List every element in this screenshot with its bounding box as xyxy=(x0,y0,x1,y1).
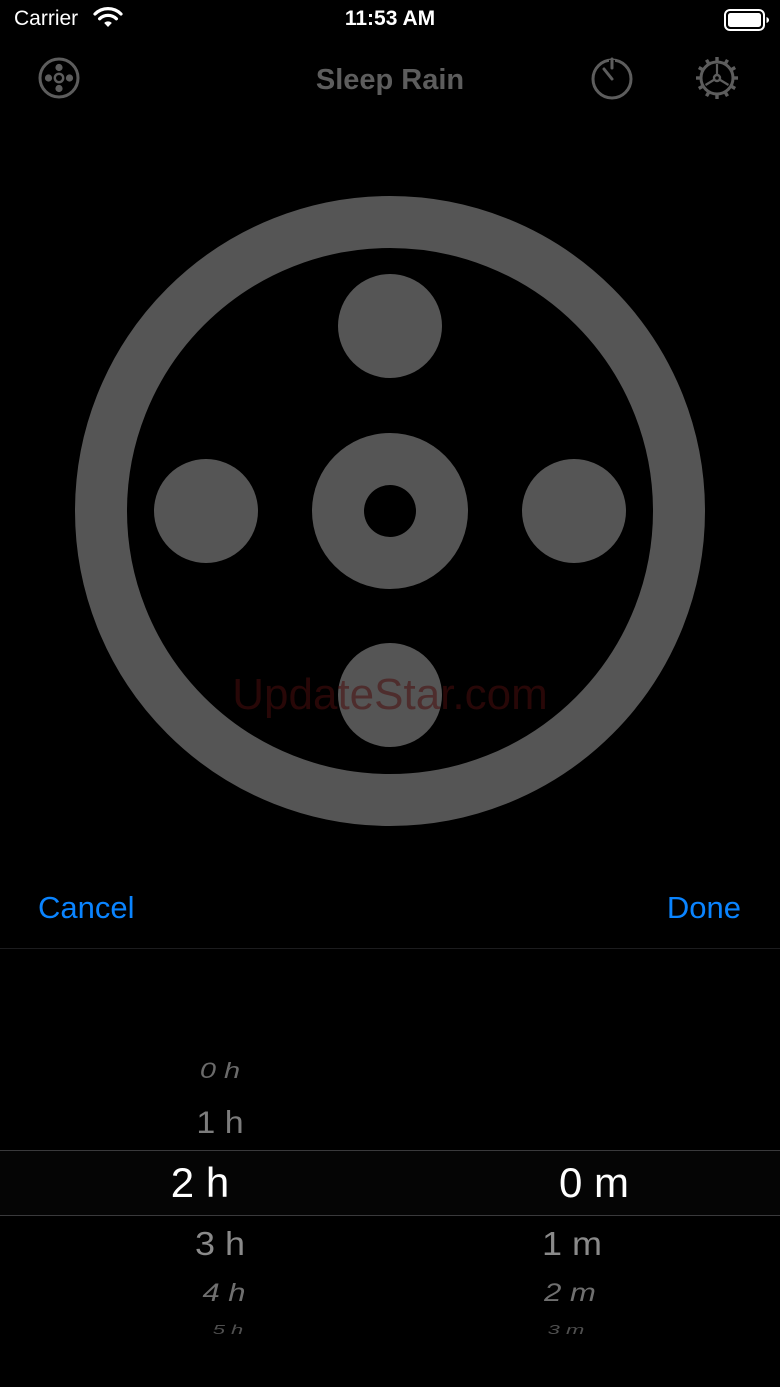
gear-tooth xyxy=(697,84,704,90)
hours-option[interactable]: 4 h xyxy=(124,1279,324,1308)
minutes-option[interactable]: 3 m xyxy=(466,1322,666,1338)
hours-option[interactable]: 5 h xyxy=(128,1322,328,1338)
battery-icon xyxy=(724,8,770,37)
settings-button[interactable] xyxy=(693,56,741,104)
gear-tooth xyxy=(697,65,704,71)
minutes-selected[interactable]: 0 m xyxy=(494,1159,694,1207)
gear-tooth xyxy=(705,90,711,97)
status-time: 11:53 AM xyxy=(344,7,436,30)
timer-icon xyxy=(589,55,635,106)
gear-tooth xyxy=(730,65,737,71)
done-button[interactable]: Done xyxy=(667,890,741,926)
gear-tooth xyxy=(723,90,729,97)
watermark: UpdateStar.com xyxy=(232,670,548,719)
hours-option[interactable]: 3 h xyxy=(120,1225,320,1264)
gear-tooth xyxy=(723,58,729,65)
gear-tooth xyxy=(730,84,737,90)
minutes-option[interactable]: 1 m xyxy=(472,1225,672,1264)
timer-button[interactable] xyxy=(588,56,636,104)
page-title: Sleep Rain xyxy=(315,64,465,96)
minutes-option[interactable]: 2 m xyxy=(470,1279,670,1308)
reel-hero-icon xyxy=(74,195,706,827)
hours-option[interactable]: 0 h xyxy=(120,1059,320,1085)
navigation-bar: Sleep Rain xyxy=(0,48,780,112)
picker-toolbar: Cancel Done xyxy=(0,872,780,949)
hours-selected[interactable]: 2 h xyxy=(100,1159,300,1207)
hours-option[interactable]: 1 h xyxy=(120,1106,320,1142)
status-bar: Carrier 11:53 AM xyxy=(0,0,780,42)
cancel-button[interactable]: Cancel xyxy=(38,890,135,926)
gear-tooth xyxy=(705,58,711,65)
duration-picker[interactable]: 0 h 1 h 2 h 3 h 4 h 5 h 0 m 1 m 2 m 3 m xyxy=(0,949,780,1387)
settings-gear-icon xyxy=(693,54,741,107)
